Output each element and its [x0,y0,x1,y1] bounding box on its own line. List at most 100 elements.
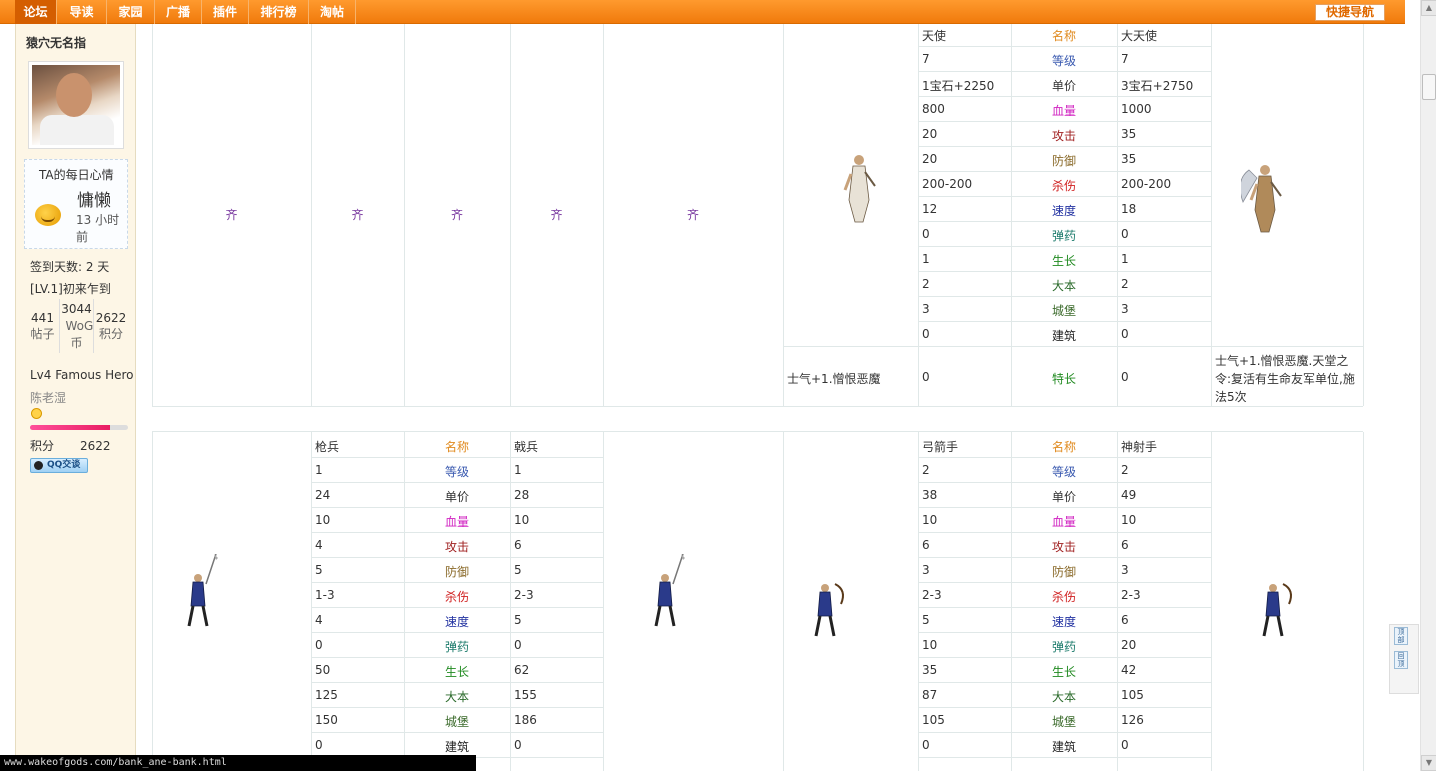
cell-marksman-value: 10 [1121,513,1137,527]
cell-archangel-special: 0 [1121,370,1129,384]
cell-marksman-value: 6 [1121,613,1129,627]
archangel-sprite-icon [1241,165,1282,233]
stat-points[interactable]: 2622 积分 [94,299,128,353]
scroll-up-arrow-icon[interactable]: ▲ [1421,0,1436,16]
cell-archer-value: 0 [922,738,930,752]
cell-attr-label: 杀伤 [1051,179,1076,193]
cell-angel-value: 1宝石+2250 [922,79,995,93]
nav-item-forum[interactable]: 论坛 [15,0,57,24]
mood-face-icon [35,204,61,226]
cell-attr-label: 杀伤 [444,590,469,604]
cell-angel-value: 20 [922,152,938,166]
cell-marksman-value: 2-3 [1121,588,1141,602]
cell-archangel-value: 3宝石+2750 [1121,79,1194,93]
grid-line [918,707,1211,708]
grid-line [783,432,784,771]
cell-angel-special-desc: 士气+1.憎恨恶魔 [787,372,881,386]
user-profile-sidebar: 猿穴无名指 TA的每日心情 慵懒 13 小时前 签到天数: 2 天 [LV.1]… [15,24,136,771]
grid-line [918,271,1211,272]
stat-wog-coins[interactable]: 3044 WoG币 [60,299,94,353]
cell-attr-label: 速度 [1051,615,1076,629]
grid-line [918,246,1211,247]
cell-attr-label: 弹药 [1051,640,1076,654]
cell-archer-value: 105 [922,713,945,727]
grid-line [152,431,1363,432]
cell-archangel-value: 18 [1121,202,1137,216]
cell-attr-label: 单价 [444,490,469,504]
cell-attr-label: 速度 [444,615,469,629]
grid-line [918,457,1211,458]
grid-line [311,682,603,683]
cell-archer-value: 2-3 [922,588,942,602]
nav-item-home[interactable]: 家园 [107,0,155,24]
mood-title: TA的每日心情 [39,168,114,182]
cell-angel-value: 0 [922,327,930,341]
nav-item-plugins[interactable]: 插件 [202,0,249,24]
user-group[interactable]: 陈老湿 [30,389,66,406]
cell-attr-label: 大本 [444,690,469,704]
cell-pikeman-value: 150 [315,713,338,727]
unit-stats-table: 齐齐齐齐齐天使 名称 大天使 7 等级 7 1宝石+2250 单价 3宝石+2750 800 血量 1… [137,24,1405,771]
cell-archer-value: 6 [922,538,930,552]
cell-archangel-value: 35 [1121,152,1137,166]
nav-item-guide[interactable]: 导读 [57,0,107,24]
cell-angel-special: 0 [922,370,930,384]
cell-halberdier-value: 186 [514,713,537,727]
cell-archer-value: 弓箭手 [922,440,959,454]
grid-line [918,507,1211,508]
scroll-thumb[interactable] [1422,74,1436,100]
grid-line [918,24,919,406]
level-progress-bar [30,425,128,430]
grid-line [603,432,604,771]
cell-marksman-value: 2 [1121,463,1129,477]
scroll-down-arrow-icon[interactable]: ▼ [1421,755,1436,771]
nav-item-broadcast[interactable]: 广播 [155,0,202,24]
return-button[interactable]: 回顶 [1394,651,1408,669]
cell-attr-label: 等级 [1051,465,1076,479]
grid-line [311,732,603,733]
cell-attr-label: 城堡 [1051,304,1076,318]
stat-posts[interactable]: 441 帖子 [26,299,60,353]
quick-nav-button[interactable]: 快捷导航 [1315,4,1385,21]
bow-soldier-sprite-icon [1262,583,1292,637]
cell-attr-label: 名称 [444,440,469,454]
cell-halberdier-value: 62 [514,663,530,677]
avatar[interactable] [28,61,124,149]
cell-marksman-value: 105 [1121,688,1144,702]
grid-line [311,532,603,533]
grid-line [918,71,1211,72]
back-to-top-button[interactable]: 顶部 [1394,627,1408,645]
cell-archer-value: 10 [922,638,938,652]
grid-line [1363,24,1364,406]
cell-archangel-value: 0 [1121,227,1129,241]
cell-attr-label: 建筑 [1051,740,1076,754]
cell-archer-value: 10 [922,513,938,527]
nav-item-collection[interactable]: 淘帖 [309,0,356,24]
cell-pikeman-value: 10 [315,513,331,527]
angel-sprite-icon [843,155,876,223]
grid-line [918,146,1211,147]
cell-marksman-value: 6 [1121,538,1129,552]
cell-angel-value: 天使 [922,29,947,43]
cell-pikeman-value: 24 [315,488,331,502]
cell-marksman-value: 42 [1121,663,1137,677]
cell-marksman-value: 3 [1121,563,1129,577]
cell-attr-label: 建筑 [1051,329,1076,343]
cell-archangel-value: 1000 [1121,102,1152,116]
page-scrollbar[interactable]: ▲ ▼ [1420,0,1436,771]
cell-angel-value: 2 [922,277,930,291]
grid-line [918,296,1211,297]
cell-qi: 齐 [351,208,364,222]
nav-item-ranking[interactable]: 排行榜 [249,0,309,24]
grid-line [918,557,1211,558]
grid-line [783,346,1363,347]
cell-halberdier-value: 5 [514,613,522,627]
cell-angel-value: 7 [922,52,930,66]
signin-days: 签到天数: 2 天 [30,260,110,274]
qq-chat-button[interactable]: QQ交谈 [30,458,88,473]
username[interactable]: 猿穴无名指 [26,34,86,51]
cell-pikeman-value: 125 [315,688,338,702]
cell-attr-label: 生长 [1051,254,1076,268]
cell-archangel-value: 7 [1121,52,1129,66]
cell-attr-label: 防御 [444,565,469,579]
